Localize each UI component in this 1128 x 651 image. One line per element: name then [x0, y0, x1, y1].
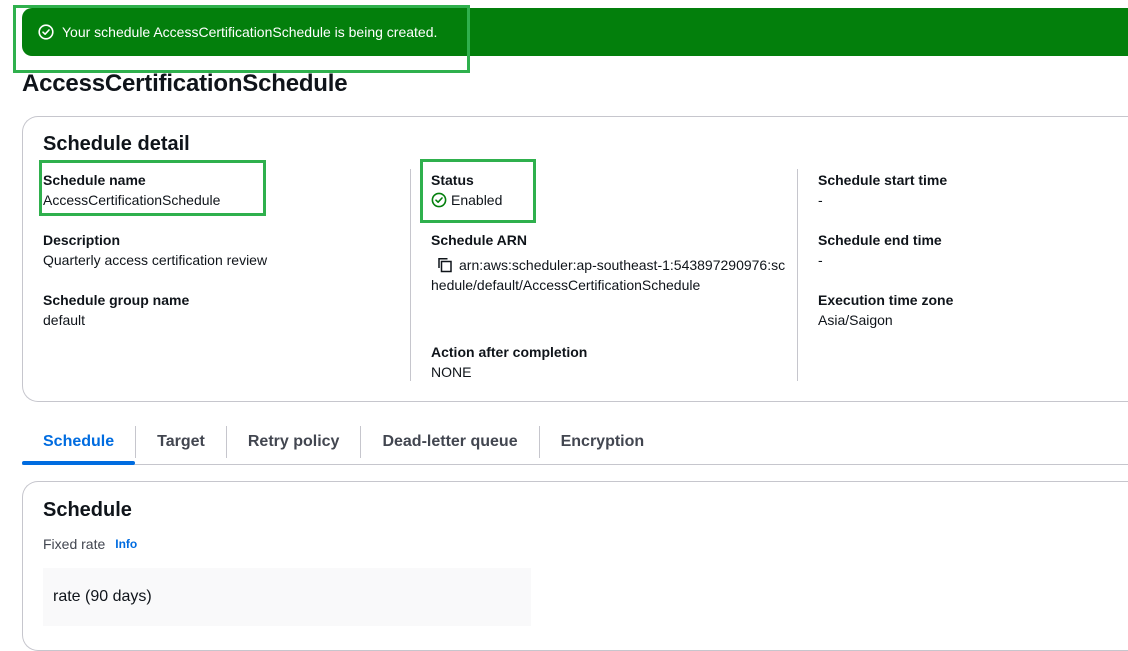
tab-dead-letter-queue[interactable]: Dead-letter queue	[361, 420, 538, 464]
time-zone-value: Asia/Saigon	[818, 312, 893, 328]
schedule-group-field: Schedule group name default	[43, 290, 189, 330]
schedule-name-label: Schedule name	[43, 172, 146, 188]
column-divider-2	[797, 169, 798, 381]
check-circle-icon	[38, 24, 54, 40]
status-label: Status	[431, 172, 474, 188]
start-time-label: Schedule start time	[818, 172, 948, 188]
end-time-field: Schedule end time -	[818, 230, 942, 270]
tab-encryption-label: Encryption	[560, 433, 645, 450]
schedule-heading: Schedule	[43, 499, 132, 521]
tab-target[interactable]: Target	[136, 420, 226, 464]
column-divider-1	[410, 169, 411, 381]
tab-retry-policy-label: Retry policy	[247, 433, 340, 450]
schedule-arn-label: Schedule ARN	[431, 232, 527, 248]
fixed-rate-label: Fixed rate	[43, 536, 106, 552]
status-field: Status Enabled	[431, 170, 502, 210]
tab-schedule-label: Schedule	[43, 433, 115, 450]
start-time-field: Schedule start time -	[818, 170, 947, 210]
rate-expression-value: rate (90 days)	[43, 568, 531, 626]
time-zone-label: Execution time zone	[818, 292, 954, 308]
status-value: Enabled	[451, 192, 503, 208]
flash-message: Your schedule AccessCertificationSchedul…	[62, 24, 438, 40]
schedule-arn-value: arn:aws:scheduler:ap-southeast-1:5438972…	[431, 257, 786, 293]
status-badge: Enabled	[431, 190, 502, 210]
schedule-arn-value-wrap: arn:aws:scheduler:ap-southeast-1:5438972…	[431, 255, 791, 295]
action-after-value: NONE	[431, 364, 472, 380]
start-time-value: -	[818, 192, 823, 208]
status-check-icon	[431, 192, 447, 208]
detail-tabs: Schedule Target Retry policy Dead-letter…	[22, 420, 1128, 465]
schedule-group-value: default	[43, 312, 86, 328]
time-zone-field: Execution time zone Asia/Saigon	[818, 290, 953, 330]
schedule-detail-heading: Schedule detail	[43, 133, 190, 155]
end-time-label: Schedule end time	[818, 232, 942, 248]
fixed-rate-field: Fixed rate Info	[43, 536, 137, 552]
tab-target-label: Target	[157, 433, 205, 450]
info-link[interactable]: Info	[115, 537, 137, 551]
schedule-group-label: Schedule group name	[43, 292, 190, 308]
description-label: Description	[43, 232, 121, 248]
tab-retry-policy[interactable]: Retry policy	[227, 420, 361, 464]
end-time-value: -	[818, 252, 823, 268]
tab-dead-letter-queue-label: Dead-letter queue	[382, 433, 518, 450]
page-title: AccessCertificationSchedule	[22, 70, 348, 97]
success-flash-banner: Your schedule AccessCertificationSchedul…	[22, 8, 1128, 56]
action-after-label: Action after completion	[431, 344, 588, 360]
tab-encryption[interactable]: Encryption	[540, 420, 666, 464]
copy-icon[interactable]	[437, 257, 453, 273]
action-after-field: Action after completion NONE	[431, 342, 587, 382]
description-field: Description Quarterly access certificati…	[43, 230, 267, 270]
schedule-name-field: Schedule name AccessCertificationSchedul…	[43, 170, 220, 210]
schedule-name-value: AccessCertificationSchedule	[43, 192, 221, 208]
schedule-container: Schedule Fixed rate Info rate (90 days)	[22, 481, 1128, 651]
schedule-arn-field: Schedule ARN	[431, 230, 527, 250]
tab-schedule[interactable]: Schedule	[22, 420, 136, 465]
description-value: Quarterly access certification review	[43, 252, 268, 268]
